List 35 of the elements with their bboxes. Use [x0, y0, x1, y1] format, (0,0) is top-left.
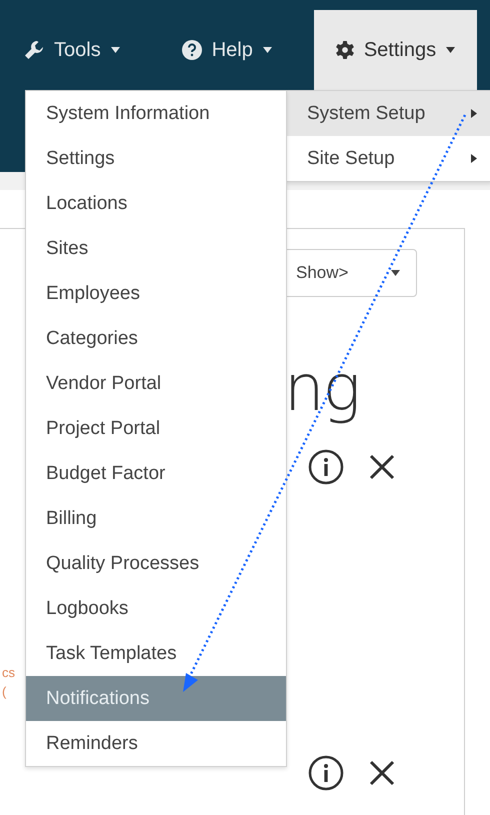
menu-item[interactable]: Vendor Portal [26, 361, 286, 406]
menu-item[interactable]: Logbooks [26, 586, 286, 631]
menu-item[interactable]: System Information [26, 91, 286, 136]
caret-icon [446, 47, 456, 53]
caret-icon [262, 47, 272, 53]
menu-item[interactable]: Sites [26, 226, 286, 271]
info-icon[interactable] [308, 755, 344, 791]
menu-item[interactable]: Budget Factor [26, 451, 286, 496]
help-icon [182, 40, 202, 60]
menu-item[interactable]: Categories [26, 316, 286, 361]
side-label: cs [1, 665, 15, 680]
close-icon[interactable] [368, 759, 396, 787]
menu-item[interactable]: Task Templates [26, 631, 286, 676]
menu-item[interactable]: Billing [26, 496, 286, 541]
caret-icon [110, 47, 120, 53]
settings-icon [336, 41, 354, 59]
close-icon[interactable] [368, 453, 396, 481]
menu-item[interactable]: Reminders [26, 721, 286, 766]
menu-item[interactable]: Locations [26, 181, 286, 226]
side-label: ( [1, 684, 6, 699]
nav-menu-button[interactable]: Help [162, 10, 292, 90]
nav-menu-button[interactable]: Settings [314, 10, 478, 90]
menu-item[interactable]: Site Setup [287, 136, 490, 181]
submenu-arrow-icon [471, 109, 477, 118]
info-icon[interactable] [308, 449, 344, 485]
menu-item[interactable]: Settings [26, 136, 286, 181]
wrench-icon [24, 40, 44, 60]
menu-item[interactable]: System Setup [287, 91, 490, 136]
nav-menu-button[interactable]: Tools [24, 10, 140, 90]
menu-item[interactable]: Employees [26, 271, 286, 316]
menu-item[interactable]: Quality Processes [26, 541, 286, 586]
submenu-arrow-icon [471, 154, 477, 163]
page-heading: ng [284, 352, 359, 426]
menu-item[interactable]: Project Portal [26, 406, 286, 451]
caret-icon [391, 270, 400, 276]
